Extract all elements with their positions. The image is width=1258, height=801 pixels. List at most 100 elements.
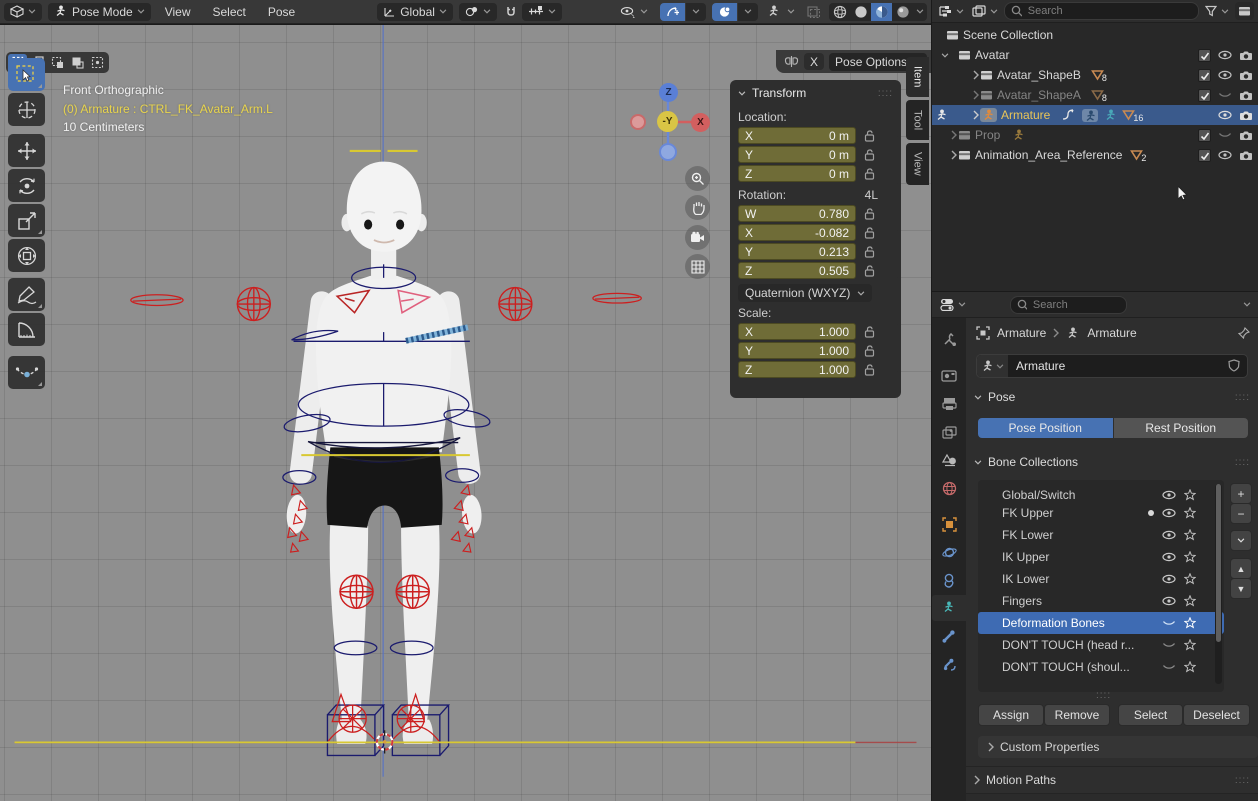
bone-collection-row[interactable]: IK Lower <box>978 568 1224 590</box>
transform-panel-header[interactable]: Transform <box>738 86 806 100</box>
visibility-eye-icon[interactable] <box>1162 552 1176 562</box>
render-camera-icon[interactable] <box>1239 130 1253 141</box>
shading-wireframe-button[interactable] <box>829 3 850 21</box>
zoom-view-button[interactable] <box>685 166 710 191</box>
bone-collections-panel-header[interactable]: Bone Collections :::: <box>974 455 1250 469</box>
xray-settings-dropdown[interactable] <box>785 3 797 21</box>
rest-position-button[interactable]: Rest Position <box>1114 418 1249 438</box>
bone-collection-row[interactable]: IK Upper <box>978 546 1224 568</box>
lock-icon[interactable] <box>864 149 875 162</box>
properties-editor-type-button[interactable] <box>938 296 968 314</box>
tab-output[interactable] <box>932 391 966 417</box>
add-bone-collection-button[interactable]: + <box>1230 483 1252 504</box>
datablock-type-dropdown[interactable] <box>977 355 1008 377</box>
breadcrumb-data[interactable]: Armature <box>1087 326 1136 340</box>
editor-type-button[interactable] <box>4 3 42 21</box>
custom-properties-panel[interactable]: Custom Properties <box>978 736 1258 758</box>
tab-bone-constraints[interactable] <box>932 651 966 677</box>
hide-eye-icon[interactable] <box>1218 70 1232 80</box>
gizmo-neg-y-axis[interactable]: -Y <box>657 111 678 132</box>
shield-icon[interactable] <box>1228 359 1241 373</box>
visibility-eye-icon[interactable] <box>1162 490 1176 500</box>
selectable-checkbox[interactable] <box>1198 49 1211 62</box>
pin-icon[interactable] <box>1238 327 1250 339</box>
scale-x-field[interactable]: X1.000 <box>738 323 856 340</box>
move-collection-down-button[interactable]: ▼ <box>1230 578 1252 599</box>
gizmo-x-axis[interactable]: X <box>691 113 710 132</box>
properties-options-dropdown[interactable] <box>1242 302 1252 307</box>
tool-rotate[interactable] <box>8 169 45 202</box>
tab-view-layer[interactable] <box>932 419 966 445</box>
motion-paths-panel[interactable]: Motion Paths :::: <box>966 766 1258 793</box>
visibility-eye-closed-icon[interactable] <box>1162 662 1176 672</box>
solo-star-icon[interactable] <box>1184 595 1196 607</box>
pivot-point-dropdown[interactable] <box>459 3 497 21</box>
panel-grip[interactable]: :::: <box>878 88 893 99</box>
tool-select-box[interactable] <box>8 58 45 91</box>
tool-scale[interactable] <box>8 204 45 237</box>
render-camera-icon[interactable] <box>1239 110 1253 121</box>
outliner-filter-dropdown[interactable] <box>1203 2 1231 20</box>
outliner-search-input[interactable] <box>1026 4 1192 18</box>
lock-icon[interactable] <box>864 265 875 278</box>
visibility-eye-closed-icon[interactable] <box>1162 640 1176 650</box>
sidebar-tab-view[interactable]: View <box>906 143 929 185</box>
character-model[interactable] <box>285 162 482 744</box>
selectable-checkbox[interactable] <box>1198 149 1211 162</box>
xray-toggle[interactable] <box>764 3 784 21</box>
menu-pose[interactable]: Pose <box>260 5 303 19</box>
shading-settings-dropdown[interactable] <box>913 3 927 21</box>
hide-eye-closed-icon[interactable] <box>1218 90 1232 100</box>
lock-icon[interactable] <box>864 130 875 143</box>
visibility-eye-icon[interactable] <box>1162 596 1176 606</box>
list-resize-grip[interactable]: :::: <box>1096 690 1111 701</box>
bone-collection-specials-button[interactable] <box>1230 530 1252 551</box>
shading-solid-button[interactable] <box>850 3 871 21</box>
gizmo-neg-x-axis[interactable] <box>630 114 646 130</box>
render-camera-icon[interactable] <box>1239 70 1253 81</box>
location-y-field[interactable]: Y0 m <box>738 146 856 163</box>
rotation-y-field[interactable]: Y0.213 <box>738 243 856 260</box>
hand-disc-r[interactable] <box>131 295 183 306</box>
shading-rendered-button[interactable] <box>892 3 913 21</box>
visibility-eye-icon[interactable] <box>1162 530 1176 540</box>
select-button[interactable]: Select <box>1118 704 1183 726</box>
viewport-canvas[interactable]: Front Orthographic (0) Armature : CTRL_F… <box>0 25 931 801</box>
tool-pose-breakdowner[interactable] <box>8 356 45 389</box>
shading-material-button[interactable] <box>871 3 892 21</box>
menu-select[interactable]: Select <box>205 5 254 19</box>
solo-star-icon[interactable] <box>1184 639 1196 651</box>
snap-toggle[interactable] <box>503 3 520 21</box>
bone-collection-row[interactable]: DON'T TOUCH (shoul... <box>978 656 1224 678</box>
select-mode-invert-button[interactable] <box>68 54 87 71</box>
selectable-checkbox[interactable] <box>1198 89 1211 102</box>
outliner-row-avatar[interactable]: Avatar <box>932 45 1258 65</box>
sidebar-tab-tool[interactable]: Tool <box>906 100 929 140</box>
bone-collection-row[interactable]: Fingers <box>978 590 1224 612</box>
render-camera-icon[interactable] <box>1239 90 1253 101</box>
lock-icon[interactable] <box>864 345 875 358</box>
shoulder-sphere-l[interactable] <box>499 288 532 321</box>
visibility-eye-icon[interactable] <box>1162 574 1176 584</box>
gizmo-settings-dropdown[interactable] <box>686 3 706 21</box>
lock-icon[interactable] <box>864 326 875 339</box>
show-overlays-toggle[interactable] <box>712 3 737 21</box>
outliner-row-prop[interactable]: Prop <box>932 125 1258 145</box>
ortho-grid-button[interactable] <box>685 254 710 279</box>
rotation-mode-dropdown[interactable]: Quaternion (WXYZ) <box>738 284 872 302</box>
datablock-name-field[interactable]: Armature <box>976 354 1248 378</box>
rotation-x-field[interactable]: X-0.082 <box>738 224 856 241</box>
remove-bone-collection-button[interactable]: − <box>1230 503 1252 524</box>
hide-eye-icon[interactable] <box>1218 50 1232 60</box>
new-collection-button[interactable] <box>1235 2 1254 20</box>
solo-star-icon[interactable] <box>1184 661 1196 673</box>
tab-bone[interactable] <box>932 623 966 649</box>
outliner-editor-type-button[interactable] <box>936 2 966 20</box>
solo-star-icon[interactable] <box>1184 489 1196 501</box>
panel-grip[interactable]: :::: <box>1235 775 1250 786</box>
tab-physics[interactable] <box>932 539 966 565</box>
tab-render[interactable] <box>932 362 966 388</box>
lock-icon[interactable] <box>864 246 875 259</box>
lock-icon[interactable] <box>864 168 875 181</box>
rotation-lock-badge[interactable]: 4L <box>865 188 878 202</box>
